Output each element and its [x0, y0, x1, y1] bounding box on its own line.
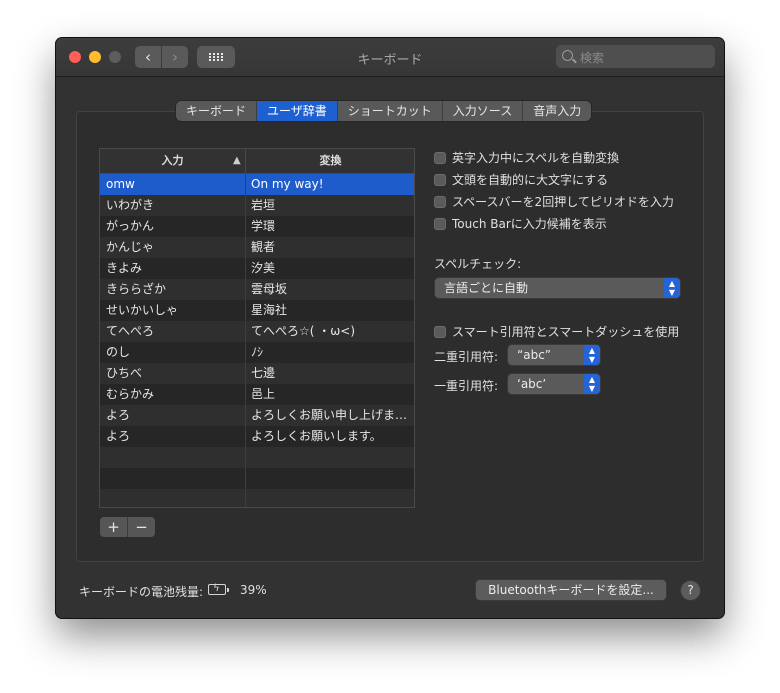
cell-replace: 観者: [251, 240, 276, 254]
checkbox-box[interactable]: [434, 325, 446, 338]
add-entry-button[interactable]: +: [100, 517, 127, 537]
table-row[interactable]: きららざか 雲母坂: [100, 279, 414, 300]
checkbox-box[interactable]: [434, 195, 446, 208]
cell-input: むらかみ: [106, 387, 155, 401]
cell-input: のし: [106, 345, 131, 359]
cell-replace: 七邊: [251, 366, 276, 380]
cell-input: きららざか: [106, 282, 167, 296]
cell-input: せいかいしゃ: [106, 303, 179, 317]
cell-input: ひちべ: [106, 366, 143, 380]
column-header-replace[interactable]: 変換: [245, 149, 414, 173]
cell-replace: 雲母坂: [251, 282, 288, 296]
checkbox-label: 文頭を自動的に大文字にする: [452, 173, 609, 187]
cell-replace: 岩垣: [251, 198, 276, 212]
auto-capitalize-checkbox[interactable]: 文頭を自動的に大文字にする: [434, 171, 608, 188]
up-down-chevron-icon: ▲ ▼: [584, 345, 600, 365]
cell-replace: 汐美: [251, 261, 276, 275]
tab-shortcuts[interactable]: ショートカット: [338, 101, 443, 121]
table-row[interactable]: いわがき 岩垣: [100, 195, 414, 216]
table-row[interactable]: むらかみ 邑上: [100, 384, 414, 405]
help-button[interactable]: ?: [681, 581, 700, 600]
table-row[interactable]: きよみ 汐美: [100, 258, 414, 279]
cell-replace: てへぺろ☆( ・ω<): [251, 324, 356, 338]
spell-check-value: 言語ごとに自動: [444, 281, 529, 295]
column-divider: [245, 173, 246, 507]
cell-input: てへぺろ: [106, 324, 155, 338]
checkbox-label: スマート引用符とスマートダッシュを使用: [452, 325, 680, 339]
table-row[interactable]: omw On my way!: [100, 174, 414, 195]
setup-bluetooth-keyboard-button[interactable]: Bluetoothキーボードを設定...: [476, 580, 666, 600]
tab-keyboard[interactable]: キーボード: [176, 101, 258, 121]
title-bar: ‹ › キーボード 検索: [56, 38, 724, 77]
double-space-period-checkbox[interactable]: スペースバーを2回押してピリオドを入力: [434, 193, 674, 210]
sort-ascending-icon: ▲: [233, 155, 241, 166]
cell-replace: 邑上: [251, 387, 276, 401]
tab-user-dictionary[interactable]: ユーザ辞書: [257, 101, 338, 121]
column-header-input[interactable]: 入力: [100, 149, 245, 173]
cell-replace: 星海社: [251, 303, 288, 317]
up-down-chevron-icon: ▲ ▼: [584, 374, 600, 394]
add-remove-buttons: + −: [100, 517, 155, 537]
search-icon: [562, 50, 573, 61]
cell-input: omw: [106, 177, 135, 191]
table-row[interactable]: ひちべ 七邊: [100, 363, 414, 384]
cell-replace: よろしくお願いします。: [251, 429, 382, 443]
table-row[interactable]: のし ﾉｼ: [100, 342, 414, 363]
tab-input-sources[interactable]: 入力ソース: [443, 101, 524, 121]
table-row[interactable]: よろ よろしくお願い申し上げま…: [100, 405, 414, 426]
double-quote-value: “abc”: [517, 348, 552, 362]
table-row[interactable]: せいかいしゃ 星海社: [100, 300, 414, 321]
table-row[interactable]: よろ よろしくお願いします。: [100, 426, 414, 447]
checkbox-label: 英字入力中にスペルを自動変換: [452, 151, 620, 165]
table-row[interactable]: かんじゃ 観者: [100, 237, 414, 258]
cell-input: がっかん: [106, 219, 155, 233]
table-header: 入力 ▲ 変換: [100, 149, 414, 174]
remove-entry-button[interactable]: −: [127, 517, 155, 537]
checkbox-box[interactable]: [434, 151, 446, 164]
dictionary-table[interactable]: 入力 ▲ 変換 omw On my way! いわがき 岩垣がっかん 学環かんじゃ 観者き…: [99, 148, 415, 508]
search-placeholder: 検索: [580, 51, 605, 65]
table-row[interactable]: がっかん 学環: [100, 216, 414, 237]
empty-table-row: [100, 468, 414, 489]
cell-input: よろ: [106, 429, 131, 443]
double-quote-label: 二重引用符:: [434, 350, 499, 364]
spell-check-label: スペルチェック:: [434, 257, 522, 271]
cell-input: かんじゃ: [106, 240, 155, 254]
battery-level: 39%: [240, 583, 267, 597]
cell-input: いわがき: [106, 198, 155, 212]
battery-charging-icon: ϟ: [208, 583, 229, 595]
cell-replace: よろしくお願い申し上げま…: [251, 408, 408, 422]
cell-input: きよみ: [106, 261, 143, 275]
empty-table-row: [100, 447, 414, 468]
checkbox-box[interactable]: [434, 173, 446, 186]
smart-quotes-checkbox[interactable]: スマート引用符とスマートダッシュを使用: [434, 323, 679, 340]
single-quote-popup[interactable]: ‘abc’ ▲ ▼: [508, 374, 600, 394]
battery-label: キーボードの電池残量:: [79, 585, 204, 599]
checkbox-label: Touch Barに入力候補を表示: [452, 217, 607, 231]
touch-bar-suggestions-checkbox[interactable]: Touch Barに入力候補を表示: [434, 215, 607, 232]
single-quote-label: 一重引用符:: [434, 379, 499, 393]
cell-replace: 学環: [251, 219, 276, 233]
search-field[interactable]: 検索: [556, 45, 715, 68]
preferences-window: ‹ › キーボード 検索 キーボード ユーザ辞書 ショートカット 入力ソース 音…: [56, 38, 724, 618]
auto-correct-checkbox[interactable]: 英字入力中にスペルを自動変換: [434, 149, 619, 166]
table-row[interactable]: てへぺろ てへぺろ☆( ・ω<): [100, 321, 414, 342]
double-quote-popup[interactable]: “abc” ▲ ▼: [508, 345, 600, 365]
checkbox-label: スペースバーを2回押してピリオドを入力: [452, 195, 674, 209]
tab-bar: キーボード ユーザ辞書 ショートカット 入力ソース 音声入力: [176, 101, 592, 121]
checkbox-box[interactable]: [434, 217, 446, 230]
single-quote-value: ‘abc’: [517, 377, 547, 391]
cell-replace: On my way!: [251, 177, 324, 191]
empty-table-row: [100, 489, 414, 507]
cell-replace: ﾉｼ: [251, 345, 264, 359]
up-down-chevron-icon: ▲ ▼: [664, 278, 680, 298]
tab-dictation[interactable]: 音声入力: [523, 101, 591, 121]
cell-input: よろ: [106, 408, 131, 422]
spell-check-popup[interactable]: 言語ごとに自動 ▲ ▼: [435, 278, 680, 298]
